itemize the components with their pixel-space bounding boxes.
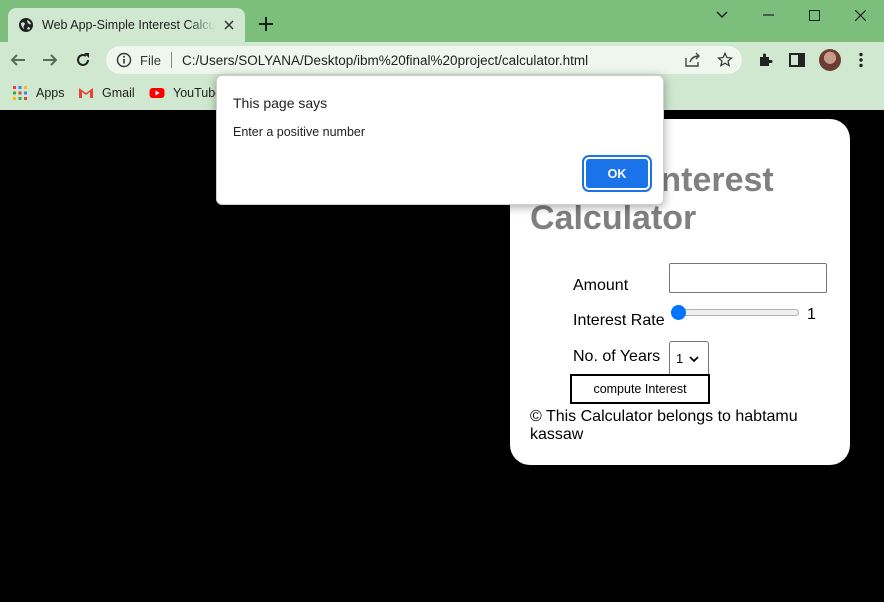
slider-thumb[interactable] — [671, 305, 686, 320]
share-icon[interactable] — [684, 52, 702, 68]
maximize-icon[interactable] — [792, 4, 836, 26]
years-select[interactable]: 1 — [669, 341, 709, 376]
extensions-puzzle-icon[interactable] — [756, 51, 774, 69]
interest-rate-label: Interest Rate — [573, 312, 665, 329]
years-label: No. of Years — [573, 348, 661, 365]
bookmark-label: Apps — [36, 86, 65, 100]
bookmark-apps[interactable]: Apps — [12, 85, 65, 101]
close-tab-icon[interactable] — [221, 17, 237, 33]
years-selected-value: 1 — [676, 351, 684, 366]
new-tab-plus-icon[interactable] — [256, 14, 276, 34]
dialog-message: Enter a positive number — [233, 125, 366, 139]
close-window-icon[interactable] — [838, 4, 882, 26]
compute-interest-button[interactable]: compute Interest — [570, 374, 710, 404]
tab-title: Web App-Simple Interest Calculator — [42, 18, 215, 32]
tab-search-chevron-icon[interactable] — [700, 4, 744, 26]
browser-toolbar: File C:/Users/SOLYANA/Desktop/ibm%20fina… — [0, 42, 884, 78]
footer-copyright: © This Calculator belongs to habtamu kas… — [530, 408, 798, 443]
slider-track — [671, 309, 799, 316]
alert-dialog: This page says Enter a positive number O… — [216, 75, 664, 205]
info-icon[interactable] — [116, 52, 132, 68]
gmail-icon — [79, 88, 93, 98]
back-arrow-icon[interactable] — [6, 48, 30, 72]
youtube-icon — [149, 88, 165, 98]
address-separator — [170, 52, 172, 68]
browser-tab[interactable]: Web App-Simple Interest Calculator — [8, 8, 245, 42]
bookmark-star-icon[interactable] — [716, 52, 734, 68]
apps-grid-icon — [13, 86, 27, 100]
menu-kebab-icon[interactable] — [852, 51, 870, 69]
bookmark-label: YouTube — [173, 86, 223, 100]
reload-icon[interactable] — [71, 48, 95, 72]
address-bar[interactable]: File C:/Users/SOLYANA/Desktop/ibm%20fina… — [106, 46, 742, 74]
tab-strip: Web App-Simple Interest Calculator — [0, 0, 884, 42]
globe-icon — [19, 18, 33, 32]
chevron-down-icon — [689, 355, 699, 362]
amount-label: Amount — [573, 277, 629, 294]
profile-avatar[interactable] — [819, 49, 841, 71]
scheme-label: File — [140, 52, 161, 68]
forward-arrow-icon[interactable] — [38, 48, 62, 72]
bookmark-gmail[interactable]: Gmail — [78, 85, 135, 101]
interest-rate-slider[interactable] — [671, 305, 799, 320]
bookmark-youtube[interactable]: YouTube — [149, 85, 222, 101]
amount-input[interactable] — [669, 263, 827, 293]
ok-button[interactable]: OK — [582, 155, 652, 192]
minimize-icon[interactable] — [746, 4, 790, 26]
url-text[interactable]: C:/Users/SOLYANA/Desktop/ibm%20final%20p… — [182, 53, 588, 68]
dialog-title: This page says — [233, 95, 328, 111]
bookmark-label: Gmail — [102, 86, 135, 100]
side-panel-icon[interactable] — [788, 51, 806, 69]
interest-rate-value: 1 — [807, 306, 816, 323]
